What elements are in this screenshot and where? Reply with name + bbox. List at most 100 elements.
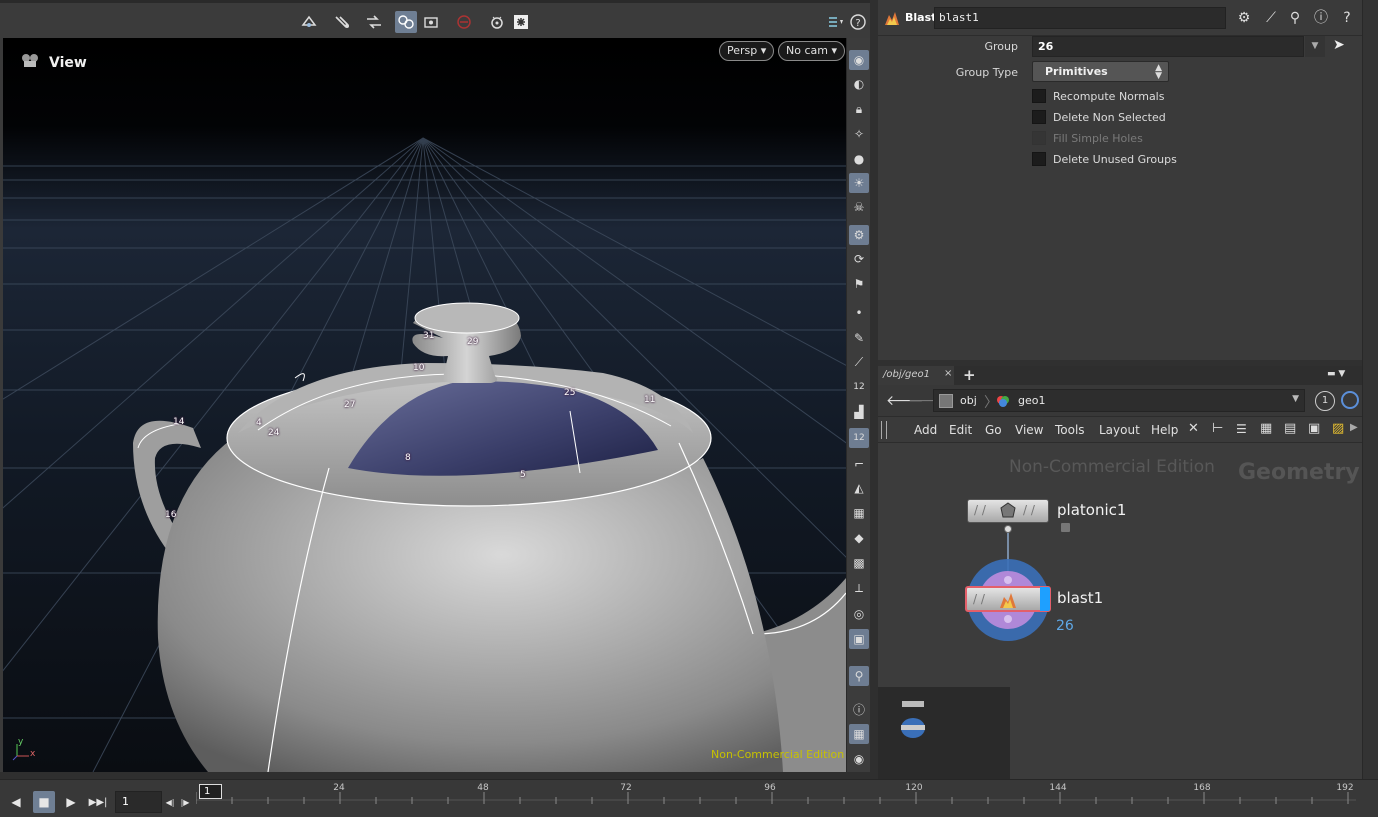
camera-mode-menu[interactable]: Persp ▾: [719, 41, 775, 61]
menu-go[interactable]: Go: [985, 423, 1002, 437]
show-all-icon[interactable]: ◉: [849, 50, 869, 70]
last-frame-icon[interactable]: ▶▶|: [87, 791, 109, 813]
image-view-icon[interactable]: ▣: [1308, 421, 1320, 436]
xray-icon[interactable]: ☠: [849, 197, 869, 217]
shading-icon[interactable]: ●: [849, 149, 869, 169]
group-field[interactable]: 26: [1032, 36, 1304, 57]
light-icon[interactable]: ☀: [849, 173, 869, 193]
checkbox-box[interactable]: [1032, 89, 1046, 103]
step-forward-icon[interactable]: |▶: [178, 791, 192, 813]
checker-icon[interactable]: ▦: [849, 503, 869, 523]
path-dropdown-icon[interactable]: ▼: [1292, 394, 1299, 404]
blast-output-connector[interactable]: [1004, 615, 1012, 623]
wire-icon[interactable]: ⟋: [849, 352, 869, 372]
camera-icon[interactable]: [420, 11, 442, 33]
background-icon[interactable]: ▣: [849, 629, 869, 649]
grid-view-icon[interactable]: ▦: [1260, 421, 1272, 436]
snap-icon[interactable]: ⟂: [849, 578, 869, 598]
point-display-icon[interactable]: •: [849, 303, 869, 323]
node-name-field[interactable]: blast1: [934, 7, 1226, 29]
tab-obj-geo1[interactable]: /obj/geo1 ×: [878, 366, 954, 385]
info-icon[interactable]: ⓘ: [849, 699, 869, 719]
group-type-menu[interactable]: Primitives ▲ ▼: [1032, 61, 1169, 82]
no-entry-icon[interactable]: [453, 11, 475, 33]
pin-icon[interactable]: ⚲: [849, 666, 869, 686]
display-options-icon[interactable]: [298, 11, 320, 33]
recompute-normals-checkbox[interactable]: Recompute Normals: [1032, 89, 1164, 103]
grid-icon[interactable]: ◎: [849, 604, 869, 624]
blast-input-connector[interactable]: [1004, 576, 1012, 584]
help-icon[interactable]: ?: [847, 11, 869, 33]
lock-icon[interactable]: 🔒︎: [849, 99, 869, 119]
menu-layout[interactable]: Layout: [1099, 423, 1140, 437]
path-segment-geo1[interactable]: geo1: [1018, 394, 1045, 407]
sticky-note-icon[interactable]: ▨: [1332, 421, 1344, 436]
add-tab-icon[interactable]: +: [963, 366, 976, 384]
primitive-numbers-icon[interactable]: 12: [849, 428, 869, 448]
list-view-icon[interactable]: ☰: [1236, 422, 1247, 436]
frame-field[interactable]: 1: [115, 791, 162, 813]
play-icon[interactable]: ▶: [60, 791, 82, 813]
delete-unused-groups-checkbox[interactable]: Delete Unused Groups: [1032, 152, 1177, 166]
scene-viewport[interactable]: View Persp ▾ No cam ▾ 31 29 10 27 25 11 …: [3, 38, 846, 772]
select-arrow-icon[interactable]: ➤: [1333, 37, 1345, 53]
info-icon[interactable]: ⓘ: [1312, 9, 1330, 27]
visible-icon[interactable]: ◐: [849, 74, 869, 94]
map-icon[interactable]: ▩: [849, 553, 869, 573]
platonic-output-connector[interactable]: [1004, 525, 1012, 533]
pin-badge[interactable]: 1: [1315, 391, 1335, 411]
timeline-ruler[interactable]: [196, 780, 1356, 817]
uv-icon[interactable]: ◭: [849, 478, 869, 498]
camera-select-menu[interactable]: No cam ▾: [778, 41, 845, 61]
select-icon[interactable]: ⟳: [849, 249, 869, 269]
display-icon[interactable]: ⚙: [849, 225, 869, 245]
eye-icon[interactable]: ◉: [849, 749, 869, 769]
cube-icon[interactable]: ◆: [849, 528, 869, 548]
pose-icon[interactable]: [486, 11, 508, 33]
network-path[interactable]: obj 〉 geo1 ▼: [933, 389, 1305, 412]
point-numbers-icon[interactable]: 12: [849, 377, 869, 397]
stop-icon[interactable]: ■: [33, 791, 55, 813]
menu-edit[interactable]: Edit: [949, 423, 972, 437]
ghost-icon[interactable]: [395, 11, 417, 33]
close-icon[interactable]: ×: [944, 368, 952, 379]
menu-tools[interactable]: Tools: [1055, 423, 1085, 437]
tree-icon[interactable]: ⊢: [1212, 421, 1223, 436]
step-back-icon[interactable]: ◀|: [163, 791, 177, 813]
normals-icon[interactable]: ⌐: [849, 454, 869, 474]
menu-add[interactable]: Add: [914, 423, 937, 437]
menu-help[interactable]: Help: [1151, 423, 1178, 437]
menu-view[interactable]: View: [1015, 423, 1043, 437]
display-flag-icon[interactable]: [1040, 587, 1050, 611]
wrench-icon[interactable]: ✕: [1188, 421, 1199, 436]
horizontal-splitter[interactable]: [0, 772, 870, 779]
search-icon[interactable]: ⚲: [1286, 9, 1304, 27]
template-icon[interactable]: ✧: [849, 124, 869, 144]
gear-render-icon[interactable]: [510, 11, 532, 33]
group-dropdown-button[interactable]: ▼: [1305, 36, 1325, 57]
checkbox-box[interactable]: [1032, 152, 1046, 166]
blast-node[interactable]: / /: [965, 586, 1051, 612]
more-arrow-icon[interactable]: ▶: [1350, 422, 1358, 433]
pencil-icon[interactable]: ✎: [849, 328, 869, 348]
snapping-icon[interactable]: [331, 11, 353, 33]
current-frame-marker[interactable]: 1: [199, 784, 222, 799]
brush-icon[interactable]: ⟋: [1262, 9, 1280, 27]
delete-non-selected-checkbox[interactable]: Delete Non Selected: [1032, 110, 1166, 124]
platonic-node[interactable]: / / / /: [967, 499, 1049, 523]
paint-icon[interactable]: ▟: [849, 402, 869, 422]
checkbox-box[interactable]: [1032, 110, 1046, 124]
pane-menu-icon[interactable]: ▬ ▼: [1327, 369, 1357, 379]
viewport-layout-icon[interactable]: [825, 11, 847, 33]
handles-icon[interactable]: [363, 11, 385, 33]
help-icon[interactable]: ?: [1338, 9, 1356, 27]
link-icon[interactable]: [1341, 391, 1359, 409]
brush-icon[interactable]: ⚑: [849, 274, 869, 294]
path-segment-obj[interactable]: obj: [960, 394, 977, 407]
gear-icon[interactable]: ⚙: [1235, 9, 1253, 27]
detail-view-icon[interactable]: ▤: [1284, 421, 1296, 436]
network-editor[interactable]: Non-Commercial Edition Geometry / / / / …: [878, 443, 1362, 779]
prev-frame-icon[interactable]: ◀: [5, 791, 27, 813]
pane-collapse-icon[interactable]: [881, 421, 887, 439]
layout-icon[interactable]: ▦: [849, 724, 869, 744]
